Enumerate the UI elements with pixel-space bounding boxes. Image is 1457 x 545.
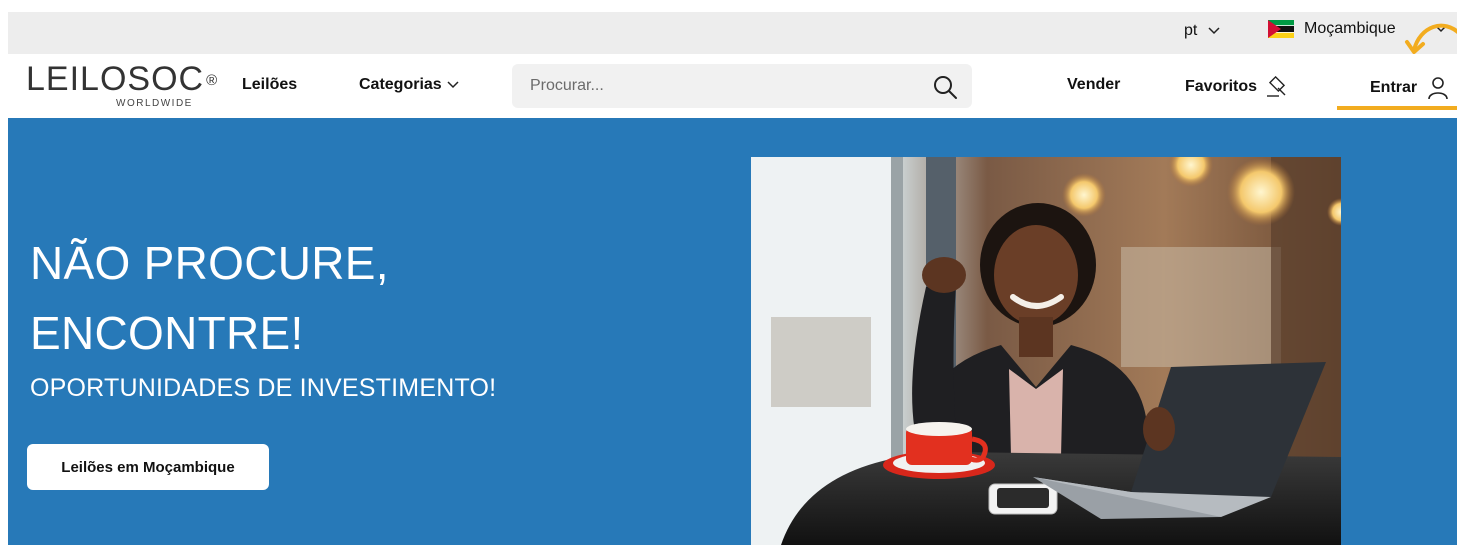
- login-highlight-underline: [1337, 106, 1457, 110]
- country-label: Moçambique: [1304, 20, 1396, 37]
- auctions-mozambique-button[interactable]: Leilões em Moçambique: [27, 444, 269, 490]
- favorites-link[interactable]: Favoritos: [1185, 76, 1291, 98]
- hero-banner: NÃO PROCURE, ENCONTRE! OPORTUNIDADES DE …: [8, 118, 1457, 545]
- hero-title: NÃO PROCURE, ENCONTRE!: [30, 228, 389, 368]
- nav-auctions-label: Leilões: [242, 76, 298, 93]
- nav-categories-dropdown[interactable]: Categorias: [359, 76, 460, 94]
- language-selector[interactable]: pt: [1184, 22, 1221, 40]
- login-label: Entrar: [1370, 79, 1418, 96]
- top-utility-bar: pt Moçambique: [8, 12, 1457, 54]
- logo-subtitle: WORLDWIDE: [116, 98, 193, 109]
- logo-registered-mark: ®: [206, 72, 219, 89]
- search-bar: [512, 64, 972, 108]
- hero-photo-illustration: [751, 157, 1341, 545]
- nav-auctions-link[interactable]: Leilões: [242, 76, 297, 94]
- hero-photo: [751, 157, 1341, 545]
- hero-title-line-2: ENCONTRE!: [30, 307, 304, 359]
- logo-wordmark: LEILOSOC ®: [26, 62, 218, 96]
- user-icon: [1428, 77, 1448, 100]
- nav-categories-label: Categorias: [359, 76, 442, 93]
- language-label: pt: [1184, 22, 1198, 39]
- search-icon[interactable]: [932, 74, 958, 100]
- sell-link[interactable]: Vender: [1067, 76, 1120, 94]
- chevron-down-icon: [1208, 27, 1220, 35]
- gavel-icon: [1267, 76, 1286, 97]
- search-input[interactable]: [530, 64, 910, 108]
- main-header: LEILOSOC® WORLDWIDE Leilões Categorias V…: [8, 54, 1457, 118]
- login-link[interactable]: Entrar: [1370, 76, 1449, 100]
- site-logo[interactable]: LEILOSOC ® WORLDWIDE: [26, 62, 218, 109]
- chevron-down-icon: [447, 81, 459, 89]
- hero-title-line-1: NÃO PROCURE,: [30, 237, 389, 289]
- logo-text: LEILOSOC: [26, 60, 205, 98]
- mozambique-flag-icon: [1268, 20, 1294, 38]
- sell-label: Vender: [1067, 76, 1121, 93]
- hero-subtitle: OPORTUNIDADES DE INVESTIMENTO!: [30, 374, 497, 402]
- favorites-label: Favoritos: [1185, 78, 1258, 95]
